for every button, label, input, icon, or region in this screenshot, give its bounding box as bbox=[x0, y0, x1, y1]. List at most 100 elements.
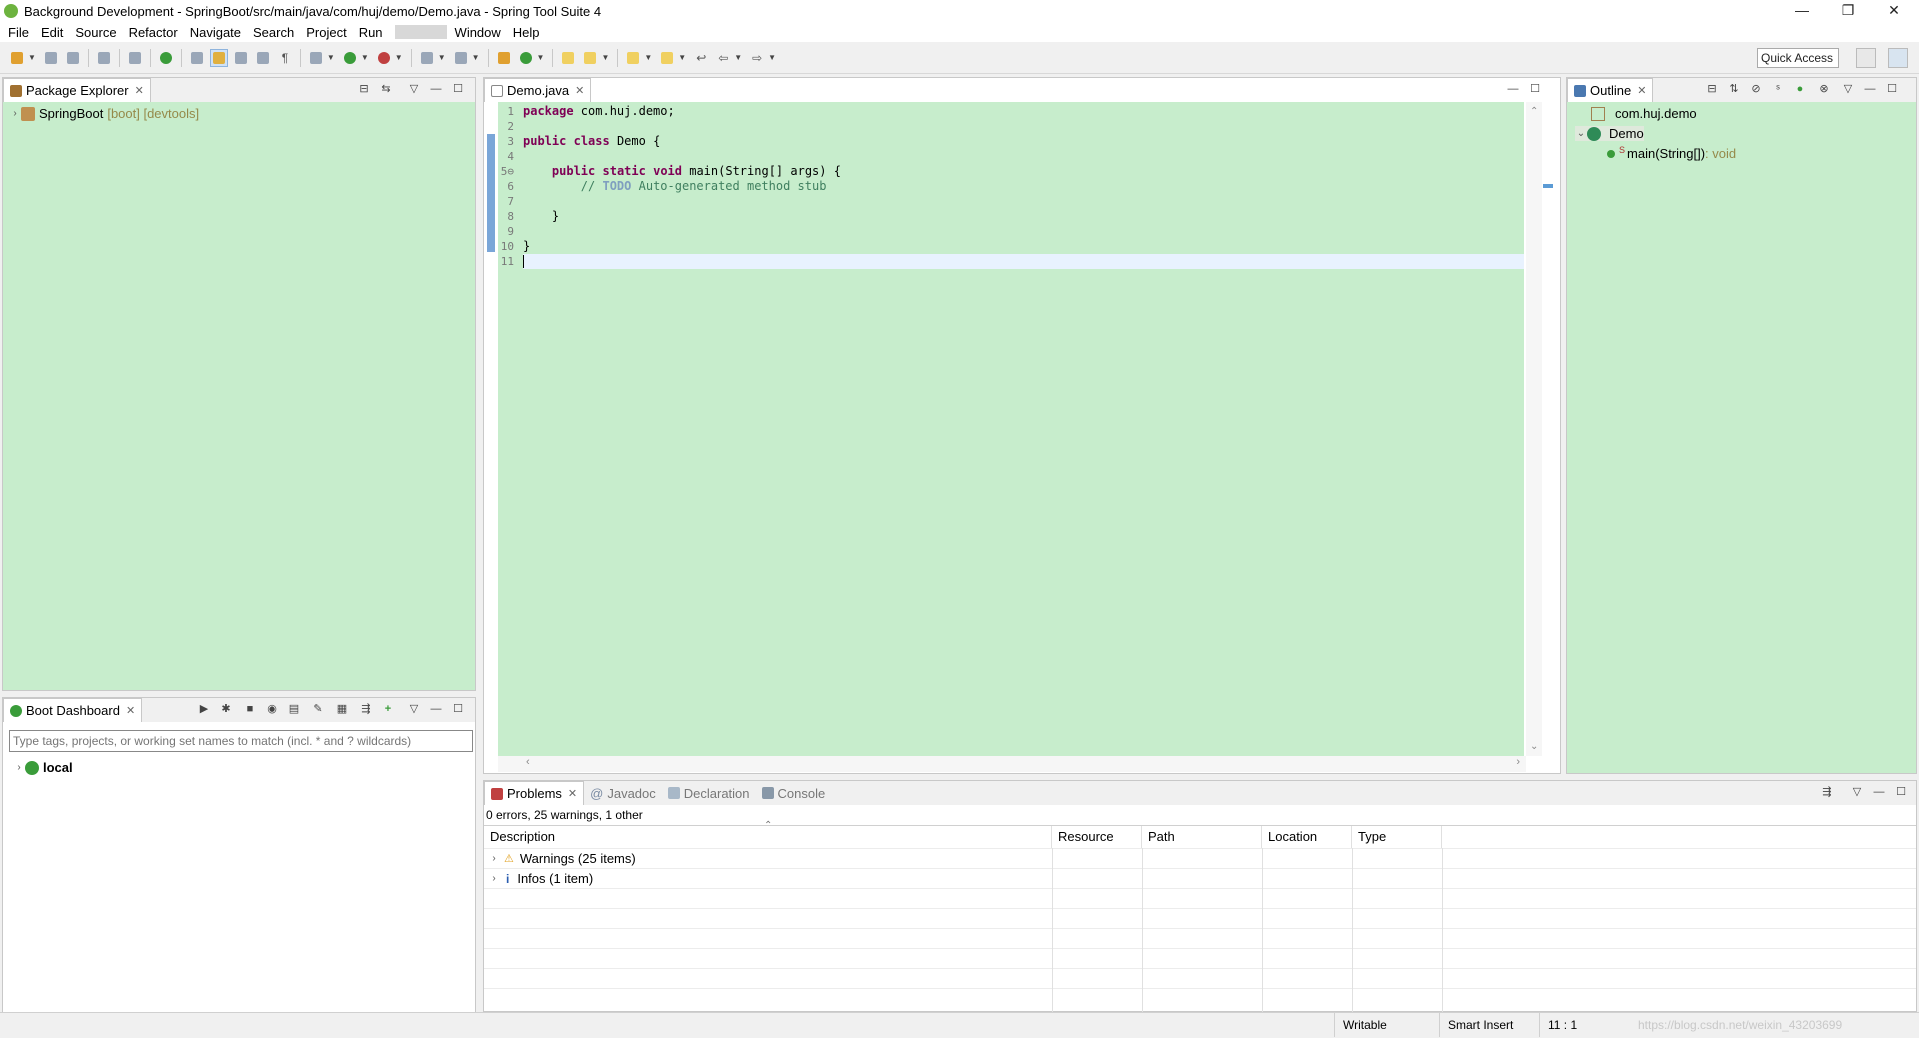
whitespace-icon[interactable]: ¶ bbox=[276, 49, 294, 67]
menu-search[interactable]: Search bbox=[249, 25, 302, 40]
chevron-right-icon[interactable]: › bbox=[13, 762, 25, 773]
previous-annotation-icon[interactable] bbox=[658, 49, 676, 67]
open-type-icon[interactable] bbox=[559, 49, 577, 67]
tab-demo-java[interactable]: Demo.java ✕ bbox=[484, 78, 592, 102]
forward-icon[interactable]: ⇨ bbox=[748, 49, 766, 67]
run-icon[interactable] bbox=[341, 49, 359, 67]
column-header-type[interactable]: Type bbox=[1352, 826, 1442, 848]
code-line[interactable]: package com.huj.demo; bbox=[523, 104, 675, 119]
code-line[interactable]: public class Demo { bbox=[523, 134, 660, 149]
debug-icon[interactable] bbox=[307, 49, 325, 67]
menu-run[interactable]: Run bbox=[355, 25, 391, 40]
maximize-view-icon[interactable]: ☐ bbox=[451, 82, 465, 96]
menu-file[interactable]: File bbox=[4, 25, 37, 40]
java-perspective-icon[interactable] bbox=[1888, 48, 1908, 68]
save-icon[interactable] bbox=[42, 49, 60, 67]
hide-static-icon[interactable]: ˢ bbox=[1771, 82, 1785, 96]
boot-dashboard-filter-input[interactable] bbox=[9, 730, 473, 752]
column-header-path[interactable]: Path bbox=[1142, 826, 1262, 848]
hide-nonpublic-icon[interactable]: ● bbox=[1793, 82, 1807, 96]
outline-item-package[interactable]: com.huj.demo bbox=[1591, 106, 1697, 121]
open-console-icon[interactable]: ▤ bbox=[287, 702, 301, 716]
open-perspective-icon[interactable] bbox=[1856, 48, 1876, 68]
view-menu-icon[interactable]: ▽ bbox=[1841, 82, 1855, 96]
hide-fields-icon[interactable]: ⊘ bbox=[1749, 82, 1763, 96]
quick-access-field[interactable]: Quick Access bbox=[1757, 48, 1839, 68]
tab-outline[interactable]: Outline ✕ bbox=[1567, 78, 1654, 102]
outline-item-method[interactable]: S main(String[]) : void bbox=[1607, 145, 1736, 161]
block-selection-icon[interactable] bbox=[232, 49, 250, 67]
menu-window[interactable]: Window bbox=[451, 25, 509, 40]
close-tab-icon[interactable]: ✕ bbox=[568, 787, 577, 800]
code-line[interactable]: } bbox=[523, 239, 530, 254]
view-menu-icon[interactable]: ▽ bbox=[407, 702, 421, 716]
column-header-location[interactable]: Location bbox=[1262, 826, 1352, 848]
minimize-view-icon[interactable]: — bbox=[1863, 82, 1877, 96]
new-java-package-icon[interactable] bbox=[495, 49, 513, 67]
coverage-icon[interactable] bbox=[375, 49, 393, 67]
tab-package-explorer[interactable]: Package Explorer ✕ bbox=[3, 78, 151, 102]
minimize-view-icon[interactable]: — bbox=[1872, 785, 1886, 799]
problems-row-warnings[interactable]: › ⚠ Warnings (25 items) bbox=[488, 851, 635, 866]
restore-button[interactable]: ❐ bbox=[1826, 0, 1870, 22]
editor-horizontal-scrollbar[interactable]: ‹ › bbox=[498, 756, 1526, 772]
minimize-view-icon[interactable]: — bbox=[429, 82, 443, 96]
view-menu-icon[interactable]: ▽ bbox=[407, 82, 421, 96]
open-task-icon[interactable] bbox=[188, 49, 206, 67]
close-tab-icon[interactable]: ✕ bbox=[126, 704, 135, 717]
chevron-right-icon[interactable]: › bbox=[488, 873, 500, 884]
menu-project[interactable]: Project bbox=[302, 25, 354, 40]
collapse-all-icon[interactable]: ⊟ bbox=[1705, 82, 1719, 96]
close-tab-icon[interactable]: ✕ bbox=[575, 84, 584, 97]
maximize-view-icon[interactable]: ☐ bbox=[1885, 82, 1899, 96]
code-line[interactable]: public static void main(String[] args) { bbox=[523, 164, 841, 179]
start-icon[interactable]: ▶ bbox=[197, 702, 211, 716]
column-header-resource[interactable]: Resource bbox=[1052, 826, 1142, 848]
stop-icon[interactable]: ■ bbox=[243, 702, 257, 716]
tree-item-local[interactable]: › local bbox=[13, 760, 72, 775]
collapse-all-icon[interactable]: ⊟ bbox=[357, 82, 371, 96]
minimize-view-icon[interactable]: — bbox=[429, 702, 443, 716]
edit-icon[interactable]: ✎ bbox=[311, 702, 325, 716]
tab-console[interactable]: Console bbox=[756, 781, 832, 805]
spring-boot-icon[interactable] bbox=[157, 49, 175, 67]
view-menu-icon[interactable]: ▽ bbox=[1850, 785, 1864, 799]
menu-source[interactable]: Source bbox=[71, 25, 124, 40]
add-icon[interactable]: + bbox=[381, 702, 395, 716]
debug-start-icon[interactable]: ✱ bbox=[219, 702, 233, 716]
search-icon[interactable] bbox=[581, 49, 599, 67]
close-button[interactable]: ✕ bbox=[1872, 0, 1916, 22]
menu-help[interactable]: Help bbox=[509, 25, 548, 40]
new-java-class-icon[interactable] bbox=[517, 49, 535, 67]
code-line[interactable]: // TODO Auto-generated method stub bbox=[523, 179, 827, 194]
menu-edit[interactable]: Edit bbox=[37, 25, 71, 40]
back-icon[interactable]: ⇦ bbox=[714, 49, 732, 67]
maximize-view-icon[interactable]: ☐ bbox=[451, 702, 465, 716]
mark-occurrences-icon[interactable] bbox=[209, 48, 228, 67]
minimize-button[interactable]: — bbox=[1780, 0, 1824, 22]
hide-local-types-icon[interactable]: ⊗ bbox=[1817, 82, 1831, 96]
skip-breakpoints-icon[interactable] bbox=[126, 49, 144, 67]
tab-declaration[interactable]: Declaration bbox=[662, 781, 756, 805]
code-line[interactable]: } bbox=[523, 209, 559, 224]
overview-ruler-marker[interactable] bbox=[1543, 184, 1553, 188]
sort-icon[interactable]: ⇅ bbox=[1727, 82, 1741, 96]
chevron-down-icon[interactable]: ⌄ bbox=[1575, 128, 1587, 139]
close-tab-icon[interactable]: ✕ bbox=[1637, 84, 1646, 97]
chevron-right-icon[interactable]: › bbox=[488, 853, 500, 864]
editor-text-area[interactable] bbox=[498, 102, 1524, 756]
chevron-right-icon[interactable]: › bbox=[9, 108, 21, 119]
minimize-view-icon[interactable]: — bbox=[1506, 82, 1520, 96]
menu-refactor[interactable]: Refactor bbox=[125, 25, 186, 40]
editor-vertical-scrollbar[interactable]: ⌃ ⌄ bbox=[1526, 102, 1542, 756]
open-console-icon[interactable] bbox=[95, 49, 113, 67]
menu-navigate[interactable]: Navigate bbox=[186, 25, 249, 40]
save-all-icon[interactable] bbox=[64, 49, 82, 67]
maximize-view-icon[interactable]: ☐ bbox=[1894, 785, 1908, 799]
tab-problems[interactable]: Problems ✕ bbox=[484, 781, 585, 805]
properties-icon[interactable]: ▦ bbox=[335, 702, 349, 716]
column-header-description[interactable]: Description bbox=[484, 826, 1052, 848]
close-tab-icon[interactable]: ✕ bbox=[135, 84, 144, 97]
stop-icon[interactable] bbox=[418, 49, 436, 67]
tab-boot-dashboard[interactable]: Boot Dashboard ✕ bbox=[3, 698, 143, 722]
